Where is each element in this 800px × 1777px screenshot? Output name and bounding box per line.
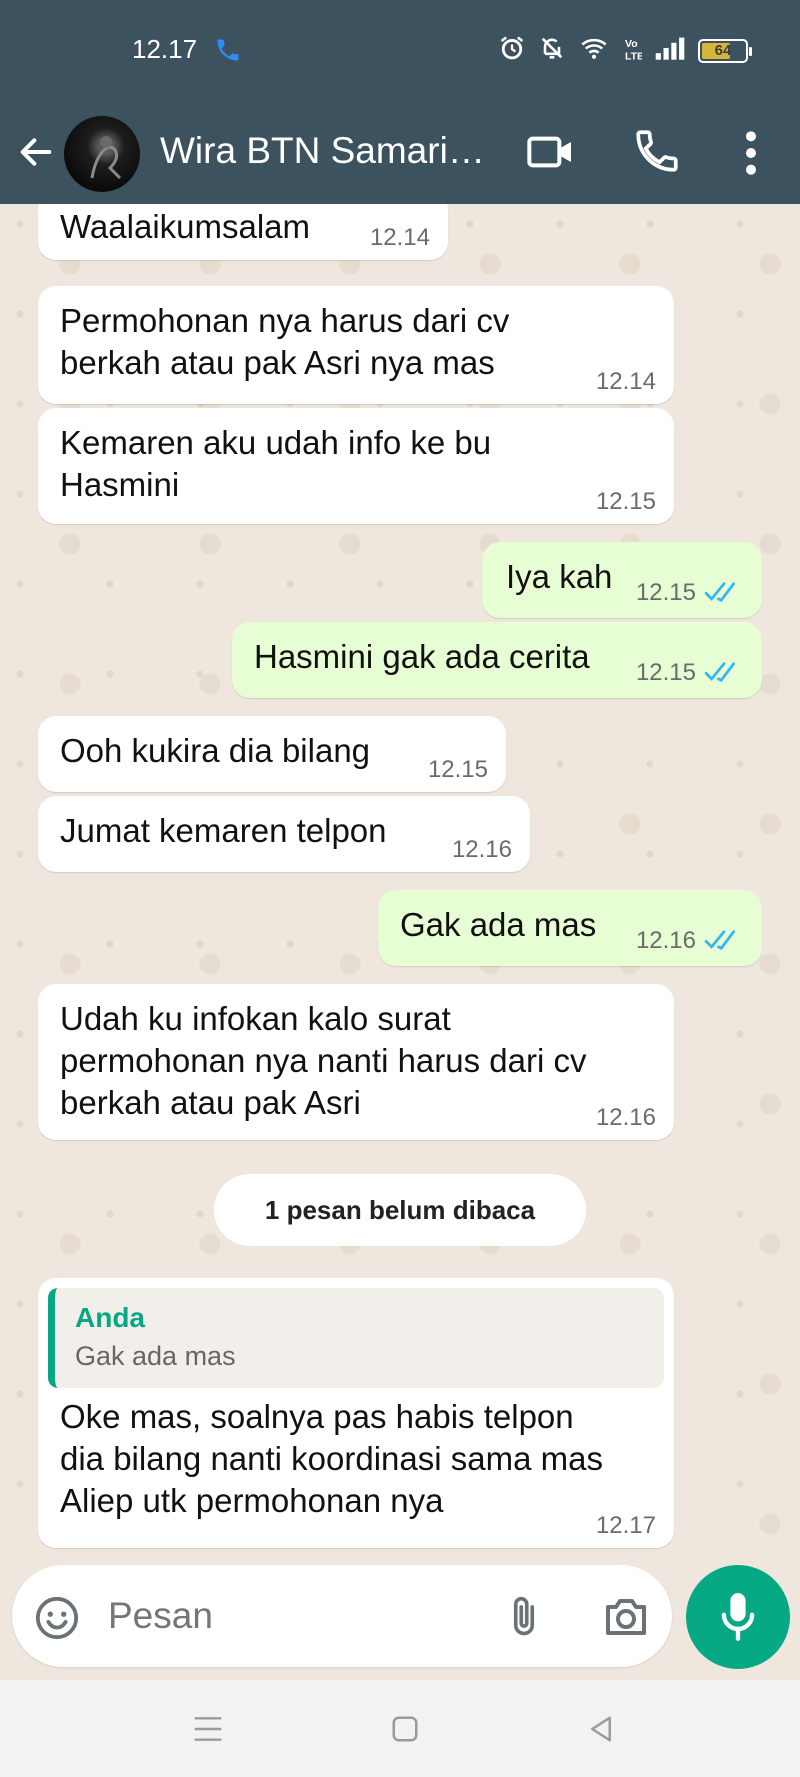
voice-record-button[interactable] bbox=[686, 1565, 790, 1669]
menu-icon[interactable] bbox=[192, 1714, 224, 1749]
ongoing-call-icon bbox=[214, 36, 242, 69]
status-time: 12.17 bbox=[132, 34, 198, 64]
attachment-icon[interactable] bbox=[502, 1593, 546, 1646]
signal-icon bbox=[654, 35, 686, 66]
message-text: Oke mas, soalnya pas habis telpon dia bi… bbox=[60, 1398, 603, 1519]
contact-name[interactable]: Wira BTN Samarin… bbox=[160, 120, 500, 182]
unread-divider: 1 pesan belum dibaca bbox=[214, 1174, 586, 1246]
message-time: 12.15 bbox=[427, 756, 488, 783]
svg-text:Vo: Vo bbox=[625, 38, 638, 50]
message-incoming[interactable]: Ooh kukira dia bilang 12.15 bbox=[38, 716, 506, 792]
message-incoming[interactable]: Permohonan nya harus dari cv berkah atau… bbox=[38, 286, 674, 404]
message-text: Jumat kemaren telpon bbox=[60, 812, 387, 849]
message-text: Permohonan nya harus dari cv berkah atau… bbox=[60, 302, 510, 381]
message-time: 12.16 bbox=[451, 836, 512, 863]
read-ticks-icon bbox=[704, 581, 744, 608]
message-meta: 12.16 bbox=[636, 929, 744, 956]
message-input[interactable] bbox=[108, 1589, 488, 1643]
voice-call-icon[interactable] bbox=[632, 126, 682, 181]
message-time: 12.14 bbox=[595, 368, 656, 395]
message-incoming[interactable]: Kemaren aku udah info ke bu Hasmini 12.1… bbox=[38, 408, 674, 524]
message-outgoing[interactable]: Iya kah 12.15 bbox=[482, 542, 762, 618]
message-time: 12.16 bbox=[595, 1104, 656, 1131]
mute-icon bbox=[538, 34, 566, 67]
alarm-icon bbox=[498, 34, 526, 67]
message-text: Kemaren aku udah info ke bu Hasmini bbox=[60, 424, 492, 503]
emoji-icon[interactable] bbox=[34, 1595, 80, 1646]
system-nav-bar bbox=[0, 1680, 800, 1777]
read-ticks-icon bbox=[704, 929, 744, 956]
camera-icon[interactable] bbox=[602, 1595, 650, 1644]
svg-text:LTE: LTE bbox=[625, 51, 642, 62]
message-outgoing[interactable]: Hasmini gak ada cerita 12.15 bbox=[232, 622, 762, 698]
message-text: Udah ku infokan kalo surat permohonan ny… bbox=[60, 1000, 587, 1121]
message-time: 12.16 bbox=[635, 927, 696, 954]
back-nav-icon[interactable] bbox=[586, 1714, 616, 1749]
battery-level: 64 bbox=[714, 41, 732, 59]
chat-header: Wira BTN Samarin… bbox=[0, 102, 800, 204]
message-incoming[interactable]: Jumat kemaren telpon 12.16 bbox=[38, 796, 530, 872]
home-icon[interactable] bbox=[390, 1714, 420, 1749]
message-incoming[interactable]: Waalaikumsalam 12.14 bbox=[38, 204, 448, 260]
message-time: 12.14 bbox=[369, 224, 430, 251]
chat-thread[interactable]: Waalaikumsalam 12.14 Permohonan nya haru… bbox=[0, 204, 800, 1564]
microphone-icon bbox=[721, 1593, 755, 1641]
message-incoming-reply[interactable]: Anda Gak ada mas Oke mas, soalnya pas ha… bbox=[38, 1278, 674, 1548]
message-incoming[interactable]: Udah ku infokan kalo surat permohonan ny… bbox=[38, 984, 674, 1140]
message-meta: 12.15 bbox=[636, 581, 744, 608]
wifi-icon bbox=[578, 34, 610, 67]
message-time: 12.15 bbox=[635, 659, 696, 686]
quoted-author: Anda bbox=[75, 1302, 145, 1333]
battery-icon: 64 bbox=[698, 38, 752, 63]
message-time: 12.17 bbox=[595, 1512, 656, 1539]
volte-icon: VoLTE bbox=[622, 34, 644, 67]
contact-avatar[interactable] bbox=[64, 116, 140, 192]
read-ticks-icon bbox=[704, 661, 744, 688]
quoted-text: Gak ada mas bbox=[75, 1341, 236, 1371]
message-time: 12.15 bbox=[595, 488, 656, 515]
message-text: Ooh kukira dia bilang bbox=[60, 732, 371, 769]
video-call-icon[interactable] bbox=[526, 132, 576, 177]
status-bar: 12.17 VoLTE 64 bbox=[0, 0, 800, 102]
more-options-icon[interactable] bbox=[736, 128, 766, 183]
quoted-message[interactable]: Anda Gak ada mas bbox=[48, 1288, 664, 1388]
message-meta: 12.15 bbox=[636, 661, 744, 688]
back-arrow-icon[interactable] bbox=[16, 132, 56, 177]
message-composer bbox=[12, 1565, 672, 1667]
message-outgoing[interactable]: Gak ada mas 12.16 bbox=[378, 890, 762, 966]
message-time: 12.15 bbox=[635, 579, 696, 606]
